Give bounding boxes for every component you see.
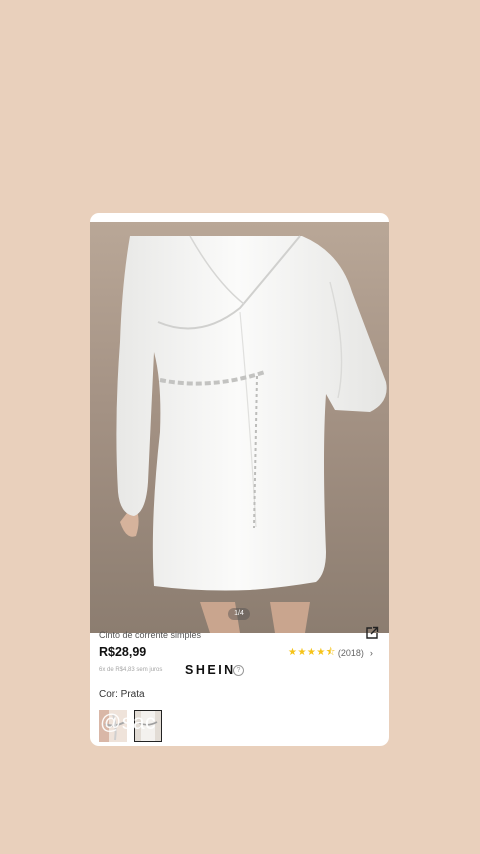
product-price: R$28,99 bbox=[99, 645, 147, 659]
watermark-text: @sac bbox=[100, 711, 156, 734]
brand-logo: SHEIN bbox=[185, 663, 236, 677]
installments-text: 6x de R$4,83 sem juros bbox=[99, 667, 163, 673]
color-label: Cor: Prata bbox=[99, 689, 145, 700]
product-card[interactable]: 1/4 Cinto de corrente simples R$28,99 ★★… bbox=[90, 213, 389, 746]
chevron-right-icon: › bbox=[369, 648, 373, 658]
question-circle-icon[interactable]: ? bbox=[233, 665, 244, 676]
rating-stars-icon: ★★★★⯪ bbox=[288, 646, 336, 658]
product-image[interactable]: 1/4 bbox=[90, 222, 389, 633]
product-name: Cinto de corrente simples bbox=[99, 630, 202, 640]
product-rating[interactable]: ★★★★⯪ (2018) › bbox=[288, 647, 373, 659]
image-page-indicator: 1/4 bbox=[228, 608, 250, 620]
share-external-icon[interactable] bbox=[365, 626, 379, 640]
dress-illustration bbox=[116, 235, 387, 633]
review-count: (2018) bbox=[337, 648, 364, 658]
